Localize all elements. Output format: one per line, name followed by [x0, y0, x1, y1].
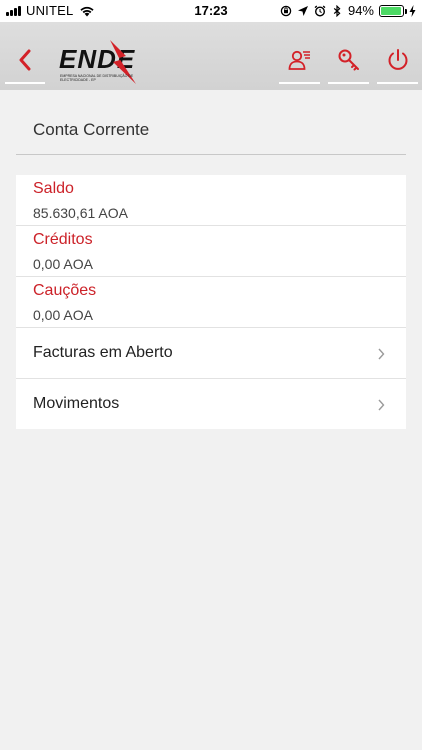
alarm-icon [314, 5, 326, 17]
balance-value: 85.630,61 AOA [33, 205, 128, 221]
balance-row-creditos: Créditos 0,00 AOA [16, 226, 406, 277]
key-icon [338, 49, 359, 71]
divider [16, 154, 406, 155]
location-icon [297, 5, 308, 16]
change-password-button[interactable] [328, 36, 369, 84]
balance-row-caucoes: Cauções 0,00 AOA [16, 277, 406, 328]
status-bar: UNITEL 17:23 94% [0, 0, 422, 22]
balance-label: Saldo [33, 180, 74, 197]
list-item-label: Movimentos [33, 395, 120, 412]
battery-level [381, 6, 401, 15]
user-profile-button[interactable] [279, 36, 320, 84]
battery-icon [379, 4, 407, 17]
list-item-movimentos[interactable]: Movimentos [16, 379, 406, 430]
user-list-icon [288, 50, 310, 70]
balance-row-saldo: Saldo 85.630,61 AOA [16, 175, 406, 226]
power-icon [388, 49, 407, 70]
balance-value: 0,00 AOA [33, 256, 93, 272]
ende-logo: ENDE EMPRESA NACIONAL DE DISTRIBUIÇÃO DE… [56, 38, 196, 86]
list-item-facturas-em-aberto[interactable]: Facturas em Aberto [16, 328, 406, 379]
account-card: Saldo 85.630,61 AOA Créditos 0,00 AOA Ca… [16, 175, 406, 429]
back-arrow-icon [19, 49, 31, 71]
page-title: Conta Corrente [33, 120, 150, 139]
status-right: 94% [280, 3, 416, 18]
back-button[interactable] [5, 36, 45, 84]
list-item-label: Facturas em Aberto [33, 344, 173, 361]
chevron-right-icon [378, 399, 385, 411]
balance-value: 0,00 AOA [33, 307, 93, 323]
logout-button[interactable] [377, 36, 418, 84]
bluetooth-icon [333, 4, 341, 17]
app-header: ENDE EMPRESA NACIONAL DE DISTRIBUIÇÃO DE… [0, 22, 422, 90]
charging-bolt-icon [409, 4, 416, 17]
chevron-right-icon [378, 348, 385, 360]
orientation-lock-icon [280, 5, 292, 16]
logo-subtitle: EMPRESA NACIONAL DE DISTRIBUIÇÃO DE ELEC… [60, 74, 134, 82]
battery-percent: 94% [347, 3, 374, 18]
balance-label: Cauções [33, 282, 97, 299]
balance-label: Créditos [33, 231, 93, 248]
